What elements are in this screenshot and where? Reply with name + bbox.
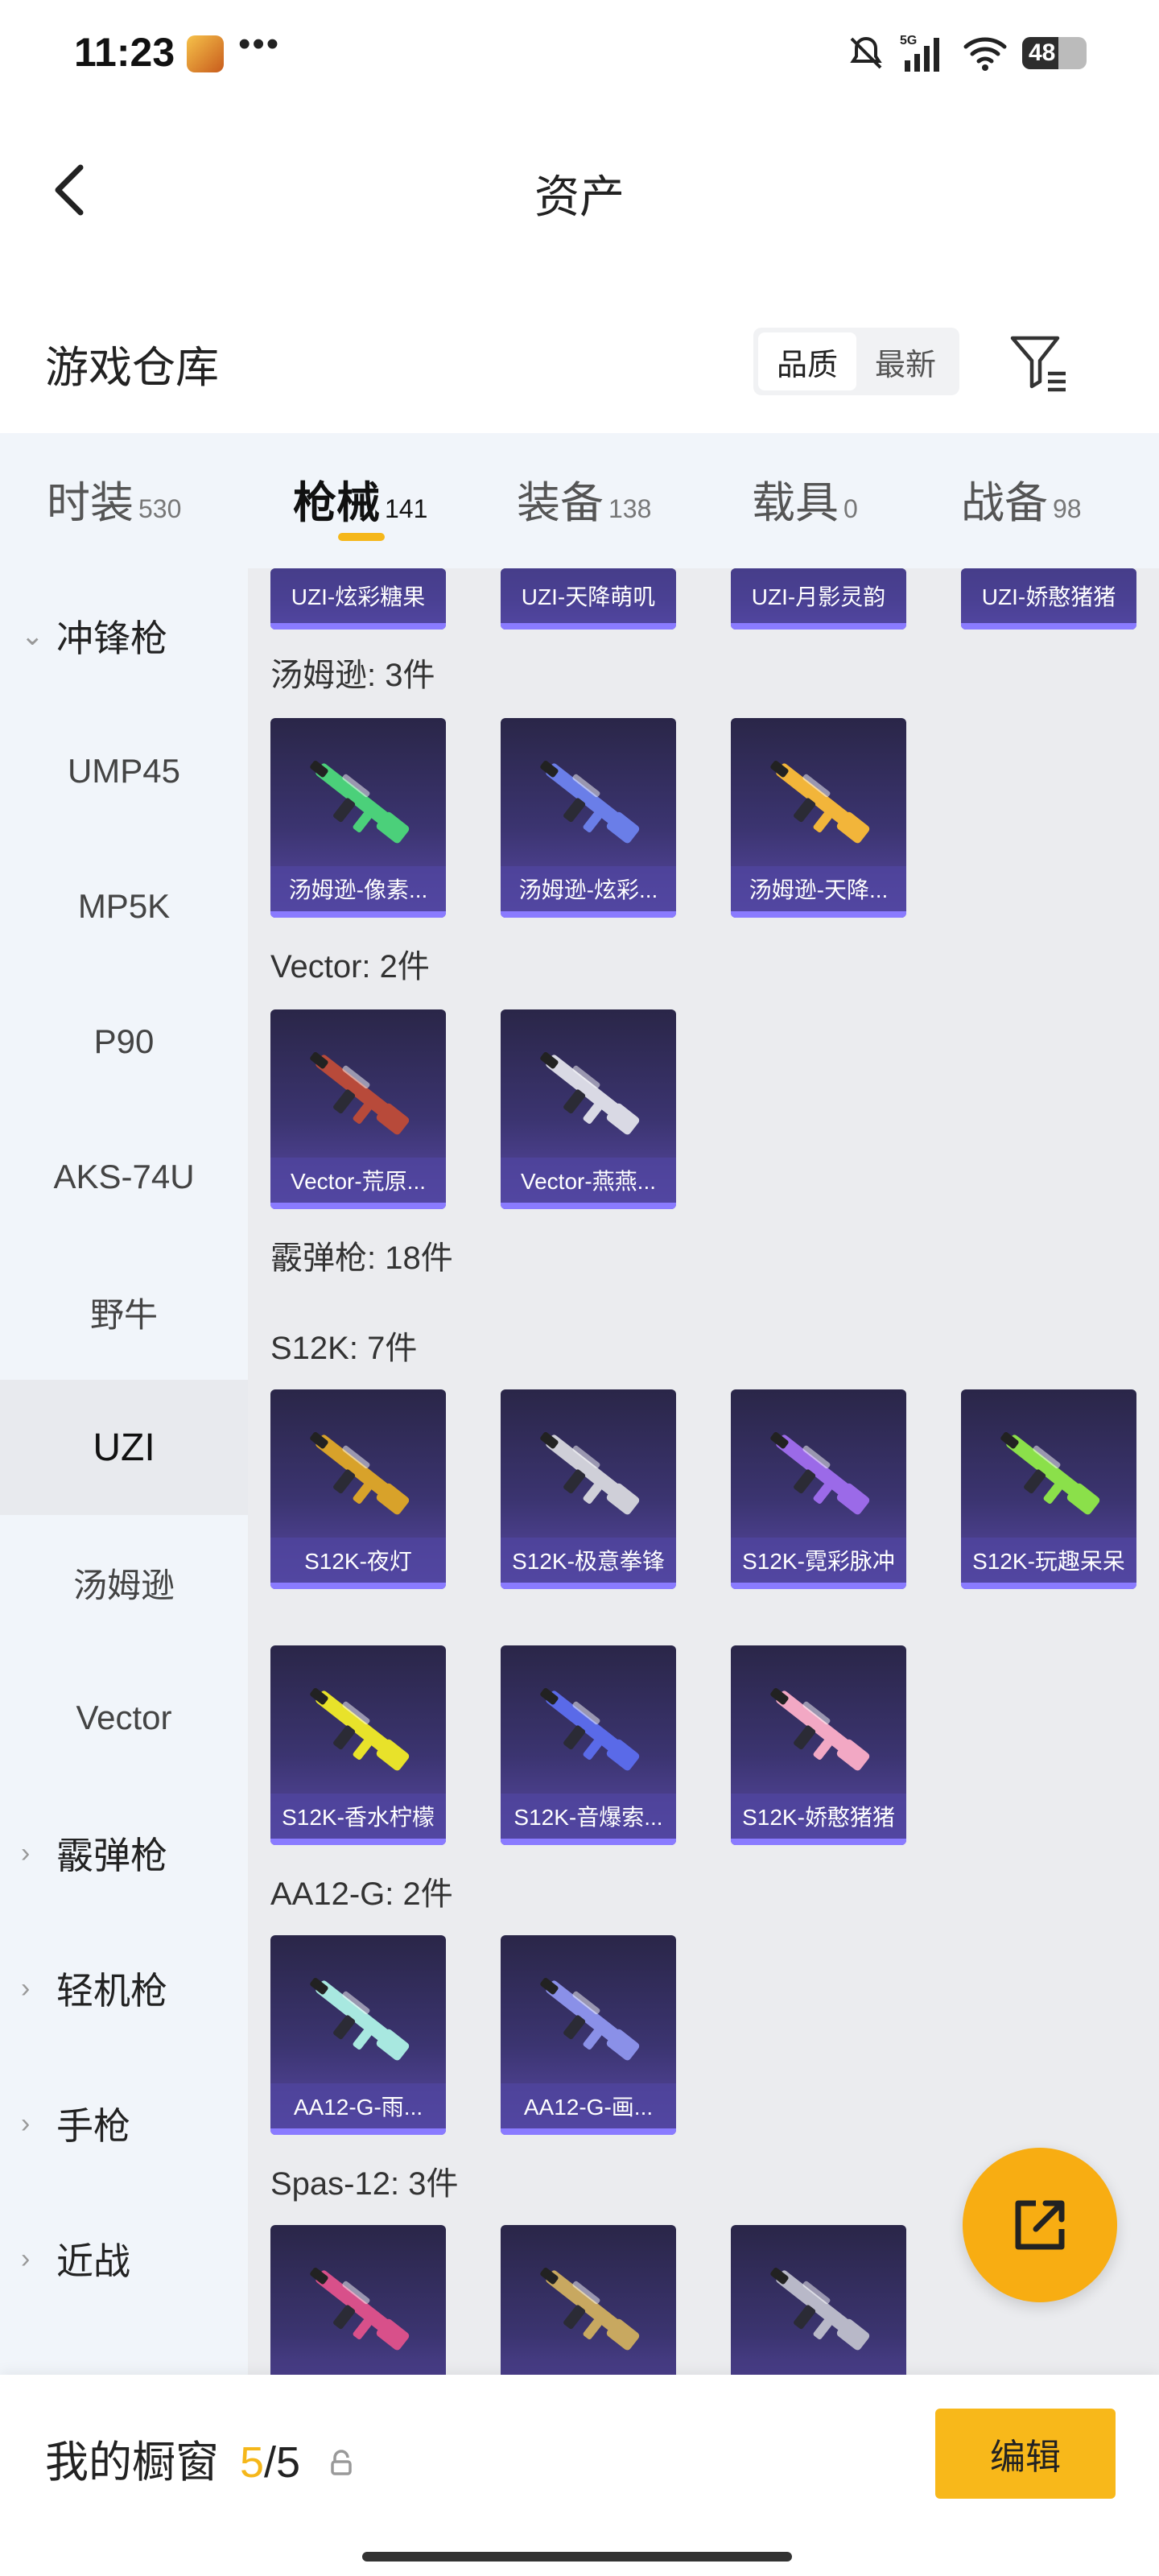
status-bar: 11:23 ••• 5G 48 <box>0 0 1159 105</box>
sidebar-item-ump45[interactable]: UMP45 <box>0 704 248 839</box>
item-card[interactable] <box>731 2225 906 2375</box>
network-label: 5G <box>900 34 917 47</box>
item-card[interactable]: UZI-月影灵韵 <box>731 568 906 630</box>
gun-icon <box>310 760 410 844</box>
group-label-spas12: Spas-12: 3件 <box>270 2166 459 2202</box>
sidebar-item-aks74u[interactable]: AKS-74U <box>0 1109 248 1245</box>
sidebar-item-uzi[interactable]: UZI <box>0 1380 248 1515</box>
sidebar: ⌄ 冲锋枪 UMP45 MP5K P90 AKS-74U 野牛 UZI 汤姆逊 V… <box>0 568 248 2375</box>
category-tabs: 时装 530 枪械 141 装备 138 载具 0 战备 98 <box>0 433 1159 568</box>
item-card[interactable]: Vector-燕燕... <box>501 1009 676 1209</box>
page-title: 资产 <box>534 171 625 222</box>
gun-icon <box>770 2267 870 2351</box>
more-dots: ••• <box>238 24 281 64</box>
sidebar-group-shotgun[interactable]: › 霰弹枪 <box>0 1785 248 1921</box>
sort-newest-button[interactable]: 最新 <box>856 332 955 390</box>
item-card[interactable]: UZI-天降萌叽 <box>501 568 676 630</box>
gun-icon <box>770 1687 870 1771</box>
warehouse-title: 游戏仓库 <box>45 344 219 392</box>
header: 资产 <box>0 137 1159 242</box>
item-card[interactable]: S12K-香水柠檬 <box>270 1645 446 1845</box>
item-card[interactable]: S12K-玩趣呆呆 <box>961 1389 1136 1589</box>
share-icon <box>1015 2200 1065 2250</box>
tab-guns[interactable]: 枪械 141 <box>293 467 427 530</box>
gun-icon <box>540 2267 640 2351</box>
sidebar-item-thompson[interactable]: 汤姆逊 <box>0 1515 248 1650</box>
battery-icon: 48 <box>1022 37 1087 69</box>
item-card[interactable]: AA12-G-雨... <box>270 1935 446 2135</box>
sort-toggle: 品质 最新 <box>753 328 959 395</box>
chevron-down-icon: ⌄ <box>21 621 44 651</box>
item-card[interactable] <box>501 2225 676 2375</box>
item-card[interactable]: UZI-炫彩糖果 <box>270 568 446 630</box>
sort-quality-button[interactable]: 品质 <box>758 332 856 390</box>
sidebar-group-smg[interactable]: ⌄ 冲锋枪 <box>0 568 248 704</box>
gun-icon <box>310 2267 410 2351</box>
gun-icon <box>540 760 640 844</box>
item-card[interactable] <box>270 2225 446 2375</box>
chevron-right-icon: › <box>21 2107 31 2139</box>
item-grid: UZI-炫彩糖果 UZI-天降萌叽 UZI-月影灵韵 UZI-娇憨猪猪 汤姆逊:… <box>248 568 1159 2375</box>
gun-icon <box>310 1977 410 2061</box>
item-card[interactable]: S12K-霓彩脉冲 <box>731 1389 906 1589</box>
sidebar-group-pistol[interactable]: › 手枪 <box>0 2056 248 2191</box>
home-indicator[interactable] <box>362 2552 792 2562</box>
sidebar-group-melee[interactable]: › 近战 <box>0 2191 248 2326</box>
active-tab-indicator <box>338 533 385 541</box>
tab-supplies[interactable]: 战备 98 <box>961 467 1082 530</box>
item-card[interactable]: S12K-极意拳锋 <box>501 1389 676 1589</box>
gun-icon <box>1000 1431 1100 1515</box>
tab-vehicles[interactable]: 载具 0 <box>752 467 858 530</box>
wifi-icon <box>963 37 1007 71</box>
tab-fashion[interactable]: 时装 530 <box>47 467 181 530</box>
showcase-used-count: 5 <box>240 2438 265 2487</box>
item-card[interactable]: 汤姆逊-像素... <box>270 718 446 918</box>
item-card[interactable]: Vector-荒原... <box>270 1009 446 1209</box>
sidebar-item-bizon[interactable]: 野牛 <box>0 1245 248 1380</box>
mute-icon <box>850 36 882 69</box>
status-time: 11:23 <box>74 30 175 75</box>
item-card[interactable]: S12K-音爆索... <box>501 1645 676 1845</box>
sidebar-group-lmg[interactable]: › 轻机枪 <box>0 1921 248 2056</box>
gun-icon <box>310 1051 410 1135</box>
showcase-bar: 我的橱窗 5 /5 编辑 <box>0 2375 1159 2576</box>
gun-icon <box>540 1431 640 1515</box>
gun-icon <box>540 1977 640 2061</box>
item-card[interactable]: S12K-娇憨猪猪 <box>731 1645 906 1845</box>
gun-icon <box>770 1431 870 1515</box>
item-card[interactable]: 汤姆逊-炫彩... <box>501 718 676 918</box>
group-label-thompson: 汤姆逊: 3件 <box>270 658 435 693</box>
chevron-right-icon: › <box>21 1972 31 2004</box>
sidebar-item-vector[interactable]: Vector <box>0 1650 248 1785</box>
item-card[interactable]: 汤姆逊-天降... <box>731 718 906 918</box>
share-button[interactable] <box>963 2148 1117 2302</box>
app-icon <box>187 35 224 72</box>
group-label-shotgun: 霰弹枪: 18件 <box>270 1241 453 1276</box>
signal-icon: 5G <box>900 34 939 72</box>
group-label-vector: Vector: 2件 <box>270 949 430 985</box>
sidebar-item-p90[interactable]: P90 <box>0 974 248 1109</box>
tab-equipment[interactable]: 装备 138 <box>517 467 651 530</box>
filter-icon[interactable] <box>1006 328 1074 396</box>
gun-icon <box>540 1687 640 1771</box>
item-card[interactable]: AA12-G-画... <box>501 1935 676 2135</box>
item-card[interactable]: UZI-娇憨猪猪 <box>961 568 1136 630</box>
sidebar-item-mp5k[interactable]: MP5K <box>0 839 248 974</box>
lock-icon <box>331 2450 352 2475</box>
gun-icon <box>310 1687 410 1771</box>
item-card[interactable]: S12K-夜灯 <box>270 1389 446 1589</box>
gun-icon <box>540 1051 640 1135</box>
chevron-right-icon: › <box>21 1837 31 1868</box>
chevron-right-icon: › <box>21 2243 31 2274</box>
gun-icon <box>770 760 870 844</box>
gun-icon <box>310 1431 410 1515</box>
battery-level: 48 <box>1029 39 1056 66</box>
group-label-s12k: S12K: 7件 <box>270 1331 418 1366</box>
edit-button[interactable]: 编辑 <box>935 2409 1116 2499</box>
showcase-label: 我的橱窗 <box>45 2438 219 2487</box>
group-label-aa12g: AA12-G: 2件 <box>270 1876 453 1912</box>
showcase-total-count: /5 <box>264 2438 301 2487</box>
